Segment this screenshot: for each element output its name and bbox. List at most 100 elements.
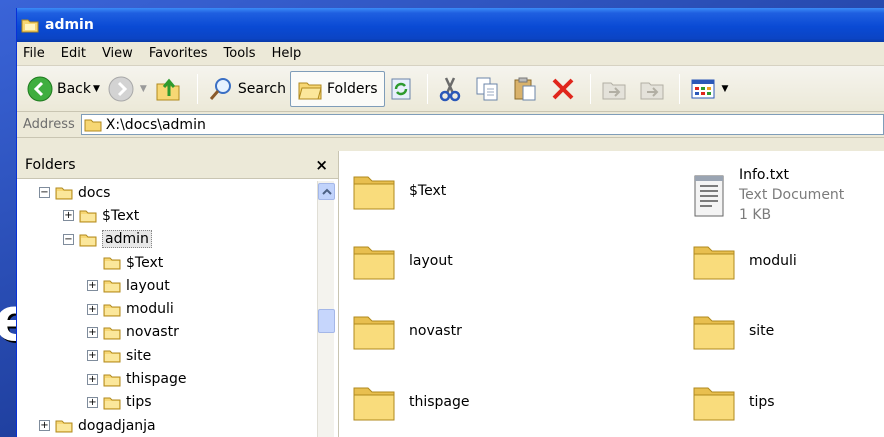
title-bar[interactable]: admin (17, 8, 884, 42)
folder-item[interactable]: $Text (351, 171, 446, 211)
folder-icon (103, 350, 121, 363)
explorer-window: admin File Edit View Favorites Tools Hel… (16, 8, 884, 437)
forward-dropdown-icon[interactable]: ▼ (140, 84, 147, 94)
tree-item[interactable]: + tips (17, 391, 317, 414)
file-meta: tips (749, 392, 775, 412)
toolbar-separator (426, 73, 428, 104)
standard-toolbar: Back ▼ ▼ Search Folders ▼ (17, 66, 884, 112)
folder-icon (693, 387, 735, 421)
expand-icon[interactable]: + (87, 396, 98, 408)
folder-item[interactable]: thispage (351, 382, 470, 422)
tree-item[interactable]: $Text (17, 251, 317, 274)
file-meta: novastr (409, 321, 462, 341)
file-name: thispage (409, 394, 470, 410)
back-dropdown-icon[interactable]: ▼ (93, 84, 100, 94)
expand-icon[interactable]: + (87, 326, 98, 338)
scroll-thumb[interactable] (318, 309, 335, 333)
menu-edit[interactable]: Edit (61, 46, 86, 61)
tree-item[interactable]: − admin (17, 228, 317, 251)
scissors-icon (439, 76, 460, 101)
search-button[interactable]: Search (204, 71, 290, 107)
tree-item[interactable]: + $Text (17, 204, 317, 227)
folder-icon (103, 257, 121, 270)
file-name: tips (749, 394, 775, 410)
tree-item[interactable]: + moduli (17, 297, 317, 320)
expand-icon[interactable]: + (87, 350, 98, 362)
tree-item[interactable]: + site (17, 344, 317, 367)
file-meta: $Text (409, 181, 446, 201)
menu-file[interactable]: File (23, 46, 45, 61)
tree-item-label: admin (102, 230, 152, 249)
folder-item[interactable]: tips (691, 382, 775, 422)
file-meta: thispage (409, 392, 470, 412)
folders-button[interactable]: Folders (289, 70, 385, 107)
tree-item[interactable]: + novastr (17, 321, 317, 344)
address-input[interactable]: X:\docs\admin (80, 114, 884, 135)
collapse-icon[interactable]: − (63, 233, 74, 245)
folder-up-icon (156, 78, 180, 100)
move-to-button[interactable] (597, 71, 635, 107)
folders-icon (298, 82, 322, 99)
expand-icon[interactable]: + (63, 210, 74, 222)
collapse-icon[interactable]: − (39, 187, 50, 199)
views-dropdown-icon[interactable]: ▼ (722, 84, 729, 94)
views-button[interactable]: ▼ (686, 71, 733, 107)
back-arrow-icon (27, 76, 53, 101)
menu-view[interactable]: View (102, 46, 133, 61)
sync-button[interactable] (385, 71, 421, 107)
search-label: Search (237, 80, 286, 97)
tree-item-label: tips (126, 394, 152, 411)
menu-favorites[interactable]: Favorites (149, 46, 208, 61)
forward-button[interactable]: ▼ (104, 71, 151, 107)
tree-item-label: dogadjanja (78, 417, 156, 434)
folder-icon (353, 176, 395, 210)
folder-icon (84, 119, 102, 132)
scroll-up-button[interactable] (318, 183, 335, 200)
close-icon[interactable]: × (315, 156, 328, 174)
menu-help[interactable]: Help (272, 46, 302, 61)
folder-item[interactable]: site (691, 311, 774, 351)
paste-button[interactable] (508, 71, 546, 107)
tree-item-label: moduli (126, 301, 174, 318)
chevron-up-icon (321, 188, 332, 195)
back-button[interactable]: Back ▼ (23, 71, 104, 107)
file-meta: Info.txt Text Document 1 KB (739, 165, 844, 225)
expand-icon[interactable]: + (87, 280, 98, 292)
copy-to-button[interactable] (635, 71, 673, 107)
up-button[interactable] (151, 71, 191, 107)
forward-arrow-icon (108, 76, 134, 101)
toolbar-separator (678, 73, 680, 104)
folder-icon (353, 316, 395, 350)
file-meta: site (749, 321, 774, 341)
folder-item[interactable]: moduli (691, 241, 797, 281)
text-document-icon (694, 175, 724, 217)
folder-item[interactable]: novastr (351, 311, 462, 351)
copy-button[interactable] (470, 71, 508, 107)
tree-item[interactable]: + dogadjanja (17, 414, 317, 437)
delete-button[interactable] (546, 71, 584, 107)
expand-icon[interactable]: + (87, 373, 98, 385)
files-pane: $Text Info.txt Text Document 1 KB layout modu… (339, 151, 884, 437)
vertical-scrollbar[interactable] (317, 181, 335, 437)
content-area: Folders × − docs + $Text − admin $Text + layout +… (17, 151, 884, 437)
toolbar-separator (589, 73, 591, 104)
expand-icon[interactable]: + (87, 303, 98, 315)
copy-to-icon (640, 82, 664, 99)
file-item[interactable]: Info.txt Text Document 1 KB (691, 165, 844, 225)
tree-item[interactable]: + thispage (17, 367, 317, 390)
tree-item[interactable]: − docs (17, 181, 317, 204)
folder-item[interactable]: layout (351, 241, 453, 281)
file-meta: moduli (749, 251, 797, 271)
expand-icon[interactable]: + (39, 420, 50, 432)
tree-item[interactable]: + layout (17, 274, 317, 297)
folder-icon (353, 246, 395, 280)
back-label: Back (57, 80, 91, 97)
file-name: $Text (409, 183, 447, 199)
delete-x-icon (552, 78, 573, 99)
cut-button[interactable] (434, 71, 470, 107)
address-value: X:\docs\admin (105, 116, 206, 133)
menu-tools[interactable]: Tools (224, 46, 256, 61)
file-name: site (749, 323, 775, 339)
folder-icon (693, 316, 735, 350)
folder-icon (103, 280, 121, 293)
